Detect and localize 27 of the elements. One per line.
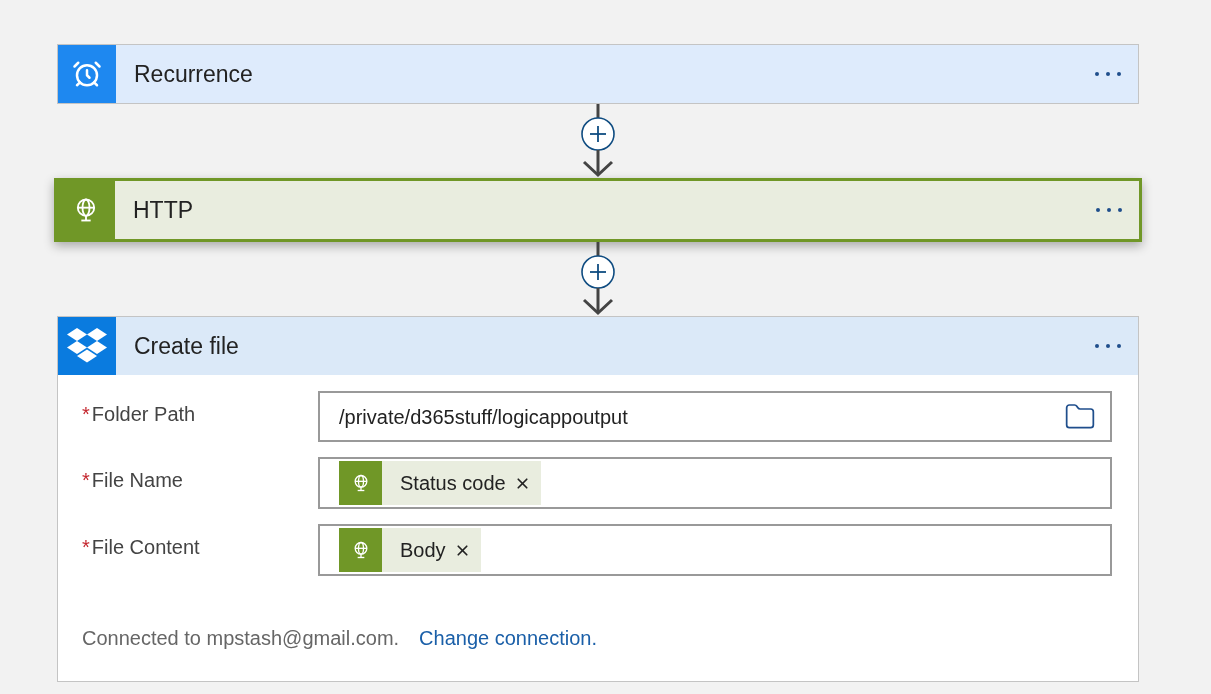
- field-label: File Content: [91, 535, 200, 560]
- field-label: File Name: [91, 468, 183, 493]
- more-icon[interactable]: [1094, 343, 1122, 349]
- step-title: Recurrence: [133, 59, 254, 89]
- more-icon[interactable]: [1094, 71, 1122, 77]
- step-title: HTTP: [132, 195, 195, 225]
- alarm-clock-icon: [72, 59, 102, 89]
- field-label: Folder Path: [91, 402, 196, 427]
- token-field[interactable]: Status code: [318, 457, 1112, 509]
- field-value: /private/d365stuff/logicappoutput: [339, 404, 629, 430]
- connection-text: Connected to mpstash@gmail.com.: [82, 626, 400, 651]
- required-marker: *: [82, 402, 90, 427]
- required-marker: *: [82, 535, 90, 560]
- add-step-connector[interactable]: [578, 104, 618, 178]
- step-card[interactable]: Create file *Folder Path /private/d365stuff/logicappoutput *File Name Status code *File Content Body Connected to mpstash@gmail.com. Change connection.: [57, 316, 1139, 682]
- step-card[interactable]: Recurrence: [57, 44, 1139, 104]
- required-marker: *: [82, 468, 90, 493]
- folder-path-field[interactable]: /private/d365stuff/logicappoutput: [318, 391, 1112, 442]
- step-card[interactable]: HTTP: [54, 178, 1142, 242]
- add-step-connector[interactable]: [578, 242, 618, 316]
- step-title: Create file: [133, 331, 240, 361]
- more-icon[interactable]: [1095, 207, 1123, 213]
- token-field[interactable]: Body: [318, 524, 1112, 576]
- dropbox-icon: [66, 327, 108, 365]
- change-connection-link[interactable]: Change connection.: [419, 623, 598, 653]
- token-label: Status code: [399, 471, 507, 496]
- token-label: Body: [399, 538, 447, 563]
